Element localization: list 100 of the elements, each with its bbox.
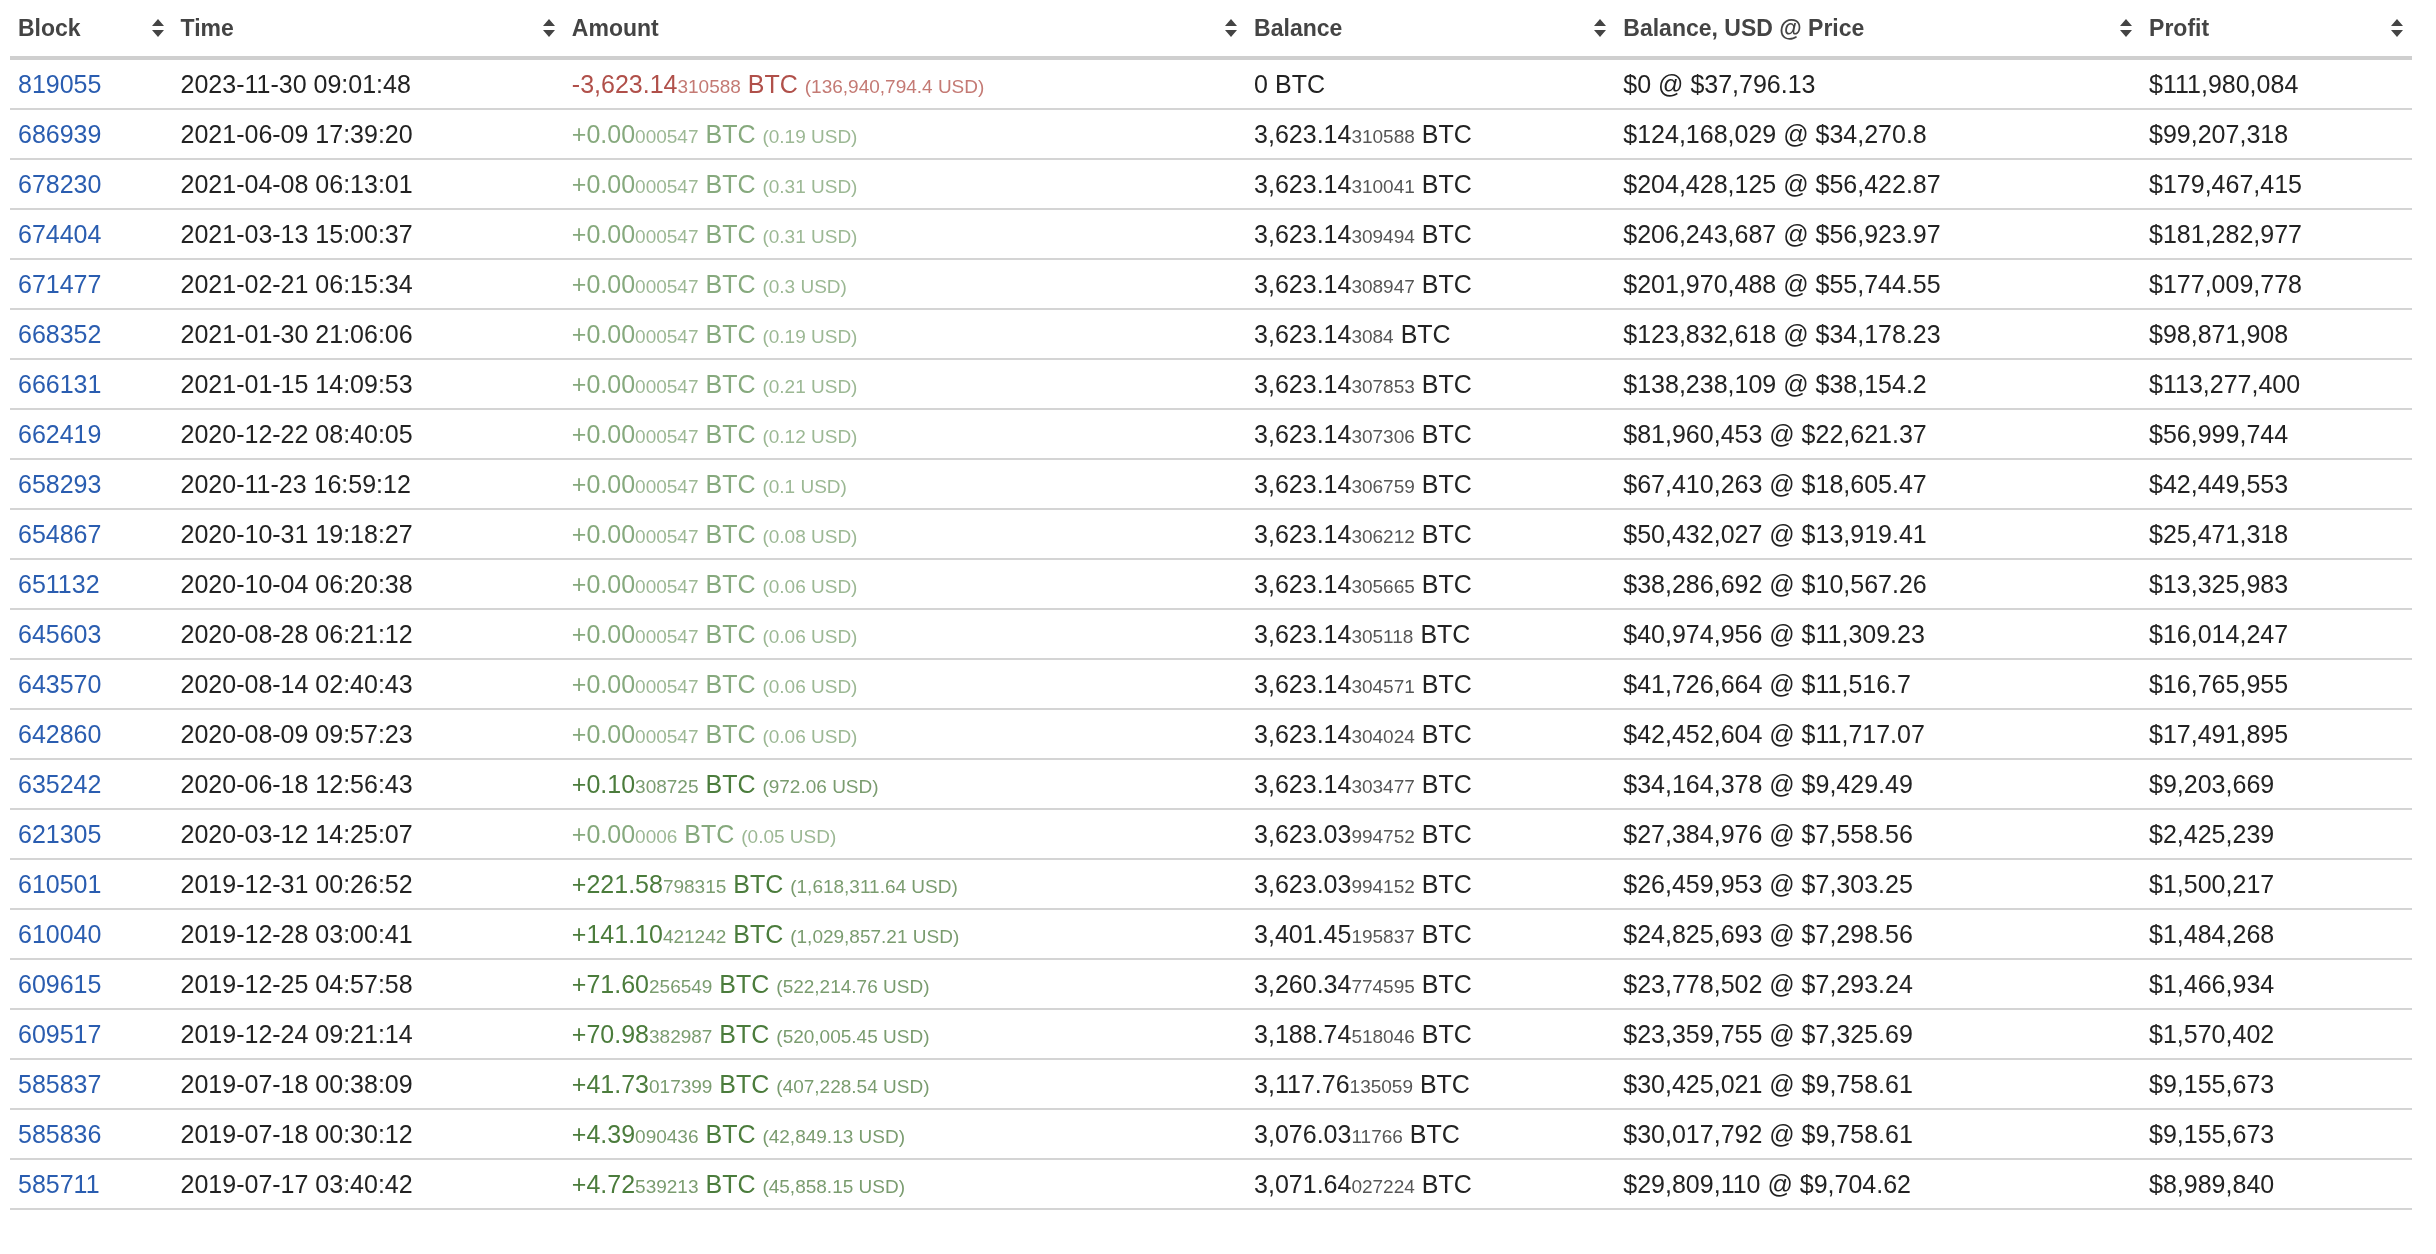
column-header[interactable]: Balance, USD @ Price — [1623, 14, 1865, 42]
time-cell: 2020-11-23 16:59:12 — [180, 469, 411, 498]
time-cell: 2019-12-24 09:21:14 — [180, 1019, 413, 1048]
amount-cell: +0.00000547 BTC (0.06 USD) — [571, 719, 858, 748]
profit-cell: $16,014,247 — [2149, 619, 2289, 648]
amount-cell: +0.00000547 BTC (0.31 USD) — [571, 169, 858, 198]
profit-cell: $9,155,673 — [2149, 1069, 2275, 1098]
block-link[interactable]: 662419 — [18, 419, 102, 448]
block-link[interactable]: 819055 — [18, 69, 102, 98]
balance-cell: 3,623.14310041 BTC — [1254, 169, 1472, 198]
profit-cell: $113,277,400 — [2149, 369, 2301, 398]
balance-cell: 3,071.64027224 BTC — [1254, 1169, 1472, 1198]
balance-cell: 3,623.14304571 BTC — [1254, 669, 1472, 698]
balance-cell: 0 BTC — [1254, 69, 1325, 98]
balance-usd-cell: $67,410,263 @ $18,605.47 — [1623, 469, 1927, 498]
balance-cell: 3,623.14306212 BTC — [1254, 519, 1472, 548]
amount-cell: +0.00000547 BTC (0.3 USD) — [571, 269, 847, 298]
block-link[interactable]: 643570 — [18, 669, 102, 698]
balance-cell: 3,623.14308947 BTC — [1254, 269, 1472, 298]
profit-cell: $1,570,402 — [2149, 1019, 2275, 1048]
balance-cell: 3,623.03994752 BTC — [1254, 819, 1472, 848]
profit-cell: $111,980,084 — [2149, 69, 2299, 98]
sort-icon[interactable] — [1224, 18, 1239, 38]
amount-cell: +0.00000547 BTC (0.06 USD) — [571, 619, 858, 648]
time-cell: 2021-01-15 14:09:53 — [180, 369, 413, 398]
balance-usd-cell: $30,017,792 @ $9,758.61 — [1623, 1119, 1913, 1148]
time-cell: 2020-10-04 06:20:38 — [180, 569, 413, 598]
amount-cell: +71.60256549 BTC (522,214.76 USD) — [571, 969, 930, 998]
block-link[interactable]: 668352 — [18, 319, 102, 348]
profit-cell: $17,491,895 — [2149, 719, 2289, 748]
balance-cell: 3,623.14304024 BTC — [1254, 719, 1472, 748]
profit-cell: $179,467,415 — [2149, 169, 2302, 198]
amount-cell: +0.00000547 BTC (0.06 USD) — [571, 569, 858, 598]
time-cell: 2021-04-08 06:13:01 — [180, 169, 413, 198]
amount-cell: +0.00000547 BTC (0.06 USD) — [571, 669, 858, 698]
balance-usd-cell: $206,243,687 @ $56,923.97 — [1623, 219, 1941, 248]
block-link[interactable]: 651132 — [18, 569, 100, 598]
column-header[interactable]: Block — [18, 14, 81, 42]
block-link[interactable]: 645603 — [18, 619, 102, 648]
profit-cell: $1,466,934 — [2149, 969, 2275, 998]
block-link[interactable]: 585837 — [18, 1069, 102, 1098]
amount-cell: +0.000006 BTC (0.05 USD) — [571, 819, 837, 848]
time-cell: 2020-03-12 14:25:07 — [180, 819, 413, 848]
column-header[interactable]: Time — [180, 14, 234, 42]
balance-cell: 3,623.14305118 BTC — [1254, 619, 1471, 648]
balance-cell: 3,623.14303477 BTC — [1254, 769, 1472, 798]
amount-cell: +0.00000547 BTC (0.12 USD) — [571, 419, 858, 448]
profit-cell: $181,282,977 — [2149, 219, 2302, 248]
balance-cell: 3,623.14310588 BTC — [1254, 119, 1472, 148]
balance-usd-cell: $0 @ $37,796.13 — [1623, 69, 1816, 98]
column-header[interactable]: Profit — [2149, 14, 2210, 42]
sort-icon[interactable] — [150, 18, 165, 38]
block-link[interactable]: 609615 — [18, 969, 102, 998]
block-link[interactable]: 678230 — [18, 169, 102, 198]
column-header[interactable]: Amount — [571, 14, 659, 42]
sort-icon[interactable] — [2390, 18, 2404, 38]
balance-usd-cell: $23,359,755 @ $7,325.69 — [1623, 1019, 1913, 1048]
block-link[interactable]: 671477 — [18, 269, 102, 298]
block-link[interactable]: 666131 — [18, 369, 102, 398]
balance-cell: 3,117.76135059 BTC — [1254, 1069, 1470, 1098]
balance-usd-cell: $42,452,604 @ $11,717.07 — [1623, 719, 1925, 748]
profit-cell: $16,765,955 — [2149, 669, 2289, 698]
sort-icon[interactable] — [541, 18, 556, 38]
sort-icon[interactable] — [2119, 18, 2134, 38]
profit-cell: $13,325,983 — [2149, 569, 2289, 598]
block-link[interactable]: 674404 — [18, 219, 102, 248]
profit-cell: $1,500,217 — [2149, 869, 2275, 898]
block-link[interactable]: 621305 — [18, 819, 102, 848]
amount-cell: +141.10421242 BTC (1,029,857.21 USD) — [571, 919, 960, 948]
balance-usd-cell: $29,809,110 @ $9,704.62 — [1623, 1169, 1911, 1198]
block-link[interactable]: 610501 — [18, 869, 102, 898]
block-link[interactable]: 658293 — [18, 469, 102, 498]
time-cell: 2019-12-25 04:57:58 — [180, 969, 413, 998]
block-link[interactable]: 585836 — [18, 1119, 102, 1148]
balance-cell: 3,076.0311766 BTC — [1254, 1119, 1460, 1148]
profit-cell: $2,425,239 — [2149, 819, 2275, 848]
balance-usd-cell: $27,384,976 @ $7,558.56 — [1623, 819, 1913, 848]
profit-cell: $99,207,318 — [2149, 119, 2289, 148]
sort-icon[interactable] — [1593, 18, 1608, 38]
block-link[interactable]: 686939 — [18, 119, 102, 148]
amount-cell: +4.39090436 BTC (42,849.13 USD) — [571, 1119, 905, 1148]
block-link[interactable]: 585711 — [18, 1169, 100, 1198]
block-link[interactable]: 642860 — [18, 719, 102, 748]
balance-cell: 3,623.14307853 BTC — [1254, 369, 1472, 398]
balance-usd-cell: $124,168,029 @ $34,270.8 — [1623, 119, 1927, 148]
block-link[interactable]: 635242 — [18, 769, 102, 798]
balance-usd-cell: $26,459,953 @ $7,303.25 — [1623, 869, 1913, 898]
block-link[interactable]: 609517 — [18, 1019, 102, 1048]
block-link[interactable]: 654867 — [18, 519, 102, 548]
column-header[interactable]: Balance — [1254, 14, 1343, 42]
balance-cell: 3,623.14305665 BTC — [1254, 569, 1472, 598]
balance-usd-cell: $30,425,021 @ $9,758.61 — [1623, 1069, 1913, 1098]
time-cell: 2020-08-14 02:40:43 — [180, 669, 413, 698]
balance-usd-cell: $138,238,109 @ $38,154.2 — [1623, 369, 1927, 398]
balance-cell: 3,623.14309494 BTC — [1254, 219, 1472, 248]
block-link[interactable]: 610040 — [18, 919, 102, 948]
time-cell: 2020-12-22 08:40:05 — [180, 419, 413, 448]
balance-usd-cell: $81,960,453 @ $22,621.37 — [1623, 419, 1927, 448]
amount-cell: +0.00000547 BTC (0.19 USD) — [571, 319, 858, 348]
profit-cell: $42,449,553 — [2149, 469, 2289, 498]
